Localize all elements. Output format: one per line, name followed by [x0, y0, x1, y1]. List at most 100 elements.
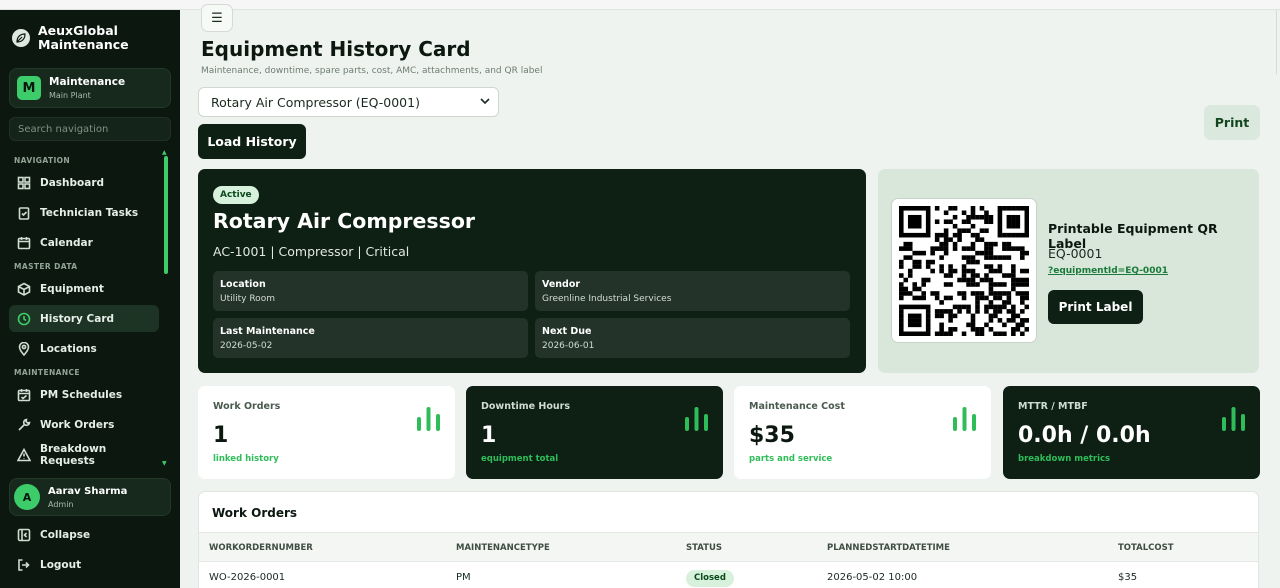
sidebar-item-label: Locations	[40, 342, 97, 355]
kpi-label: Maintenance Cost	[749, 401, 845, 412]
page-subtitle: Maintenance, downtime, spare parts, cost…	[201, 66, 543, 76]
sidebar-item-label: Calendar	[40, 236, 93, 249]
sidebar-item-label: PM Schedules	[40, 388, 123, 401]
calendar-icon	[17, 236, 31, 250]
column-header[interactable]: STATUS	[686, 543, 722, 553]
equipment-name: Rotary Air Compressor	[213, 209, 476, 233]
logout-button[interactable]: Logout	[9, 552, 159, 578]
info-vendor: Vendor Greenline Industrial Services	[535, 271, 850, 311]
menu-toggle-button[interactable]: ☰	[201, 4, 233, 32]
chevron-down-icon	[480, 97, 490, 108]
workspace-badge: M	[17, 76, 41, 100]
sidebar-item-technician-tasks[interactable]: Technician Tasks	[9, 199, 159, 226]
logout-icon	[17, 558, 31, 572]
kpi-label: Work Orders	[213, 401, 281, 412]
wrench-icon	[17, 418, 31, 432]
bar-chart-icon	[417, 407, 440, 431]
info-value: Utility Room	[220, 294, 275, 304]
load-history-button[interactable]: Load History	[198, 124, 306, 159]
workspace-title: Maintenance	[49, 76, 126, 88]
sidebar-item-pm-schedules[interactable]: PM Schedules	[9, 381, 159, 408]
info-value: 2026-06-01	[542, 341, 595, 351]
cell-work-order-number[interactable]: WO-2026-0001	[209, 572, 285, 583]
section-label-maintenance: MAINTENANCE	[14, 368, 80, 377]
page-title: Equipment History Card	[201, 37, 471, 61]
box-icon	[17, 282, 31, 296]
bar-chart-icon	[953, 407, 976, 431]
kpi-label: Downtime Hours	[481, 401, 570, 412]
search-navigation-input[interactable]	[9, 117, 171, 141]
print-button[interactable]: Print	[1204, 105, 1260, 140]
sidebar-item-work-orders[interactable]: Work Orders	[9, 411, 159, 438]
sidebar-item-label: History Card	[40, 312, 115, 325]
qr-label-panel: Printable Equipment QR Label EQ-0001 ?eq…	[878, 169, 1259, 373]
sidebar-item-label: Work Orders	[40, 418, 115, 431]
scroll-up-arrow-icon[interactable]: ▲	[162, 149, 167, 156]
work-orders-title: Work Orders	[212, 506, 298, 520]
sidebar-item-dashboard[interactable]: Dashboard	[9, 169, 159, 196]
pin-icon	[17, 341, 31, 356]
bar-chart-icon	[1222, 407, 1245, 431]
window-edge	[1276, 10, 1280, 74]
collapse-label: Collapse	[40, 529, 91, 541]
cell-total-cost: $35	[1118, 572, 1138, 583]
info-value: Greenline Industrial Services	[542, 294, 672, 304]
brand-name: AeuxGlobal Maintenance	[38, 24, 129, 52]
collapse-button[interactable]: Collapse	[9, 522, 159, 548]
user-card[interactable]: A Aarav Sharma Admin	[9, 478, 171, 516]
sidebar-nav: NAVIGATION Dashboard Technician Tasks Ca…	[0, 150, 166, 468]
brand-line-2: Maintenance	[38, 37, 129, 52]
kpi-value: 1	[481, 423, 497, 448]
brand[interactable]: AeuxGlobal Maintenance	[12, 24, 129, 52]
kpi-subtext: linked history	[213, 454, 279, 464]
kpi-subtext: equipment total	[481, 454, 559, 464]
info-location: Location Utility Room	[213, 271, 528, 311]
section-label-master-data: MASTER DATA	[14, 262, 78, 271]
sidebar-scrollbar[interactable]	[164, 156, 168, 274]
kpi-value: 1	[213, 423, 229, 448]
work-orders-table: Work Orders WORKORDERNUMBER MAINTENANCET…	[198, 491, 1259, 588]
sidebar-item-equipment[interactable]: Equipment	[9, 275, 159, 302]
kpi-subtext: breakdown metrics	[1018, 454, 1111, 464]
brand-line-1: AeuxGlobal	[38, 23, 118, 38]
column-header[interactable]: MAINTENANCETYPE	[456, 543, 550, 553]
cell-maintenance-type: PM	[456, 572, 471, 583]
qr-link[interactable]: ?equipmentId=EQ-0001	[1048, 266, 1168, 276]
kpi-value: 0.0h / 0.0h	[1018, 423, 1151, 448]
sidebar-item-calendar[interactable]: Calendar	[9, 229, 159, 256]
column-header[interactable]: TOTALCOST	[1118, 543, 1174, 553]
info-label: Location	[220, 279, 266, 290]
sidebar-item-label: Dashboard	[40, 176, 105, 189]
status-badge: Active	[213, 186, 259, 204]
equipment-select[interactable]: Rotary Air Compressor (EQ-0001)	[198, 87, 499, 117]
hamburger-icon: ☰	[211, 10, 223, 26]
equipment-summary-card: Active Rotary Air Compressor AC-1001 | C…	[198, 169, 866, 373]
leaf-icon	[12, 29, 30, 47]
bar-chart-icon	[685, 407, 708, 431]
status-badge: Closed	[686, 570, 734, 587]
equipment-meta: AC-1001 | Compressor | Critical	[213, 244, 410, 259]
info-label: Vendor	[542, 279, 581, 290]
sidebar-item-history-card[interactable]: History Card	[9, 305, 159, 332]
qr-code-image	[891, 198, 1037, 343]
section-label-navigation: NAVIGATION	[14, 156, 71, 165]
sidebar-item-locations[interactable]: Locations	[9, 335, 159, 362]
clipboard-icon	[17, 206, 31, 220]
kpi-card-downtime: Downtime Hours 1 equipment total	[466, 386, 723, 479]
print-label-button[interactable]: Print Label	[1048, 290, 1143, 324]
sidebar-item-breakdown-requests[interactable]: Breakdown Requests	[9, 441, 159, 468]
grid-icon	[17, 176, 31, 190]
workspace-card[interactable]: M Maintenance Main Plant	[9, 68, 171, 108]
user-role: Admin	[48, 499, 74, 509]
sidebar: AeuxGlobal Maintenance M Maintenance Mai…	[0, 10, 180, 588]
avatar: A	[14, 484, 40, 510]
collapse-icon	[17, 528, 31, 542]
scroll-down-arrow-icon[interactable]: ▼	[162, 460, 167, 467]
column-header[interactable]: WORKORDERNUMBER	[209, 543, 313, 553]
user-name: Aarav Sharma	[48, 485, 128, 497]
column-header[interactable]: PLANNEDSTARTDATETIME	[827, 543, 950, 553]
kpi-card-mttr-mtbf: MTTR / MTBF 0.0h / 0.0h breakdown metric…	[1003, 386, 1260, 479]
kpi-subtext: parts and service	[749, 454, 833, 464]
info-value: 2026-05-02	[220, 341, 273, 351]
calendar-check-icon	[17, 388, 31, 402]
